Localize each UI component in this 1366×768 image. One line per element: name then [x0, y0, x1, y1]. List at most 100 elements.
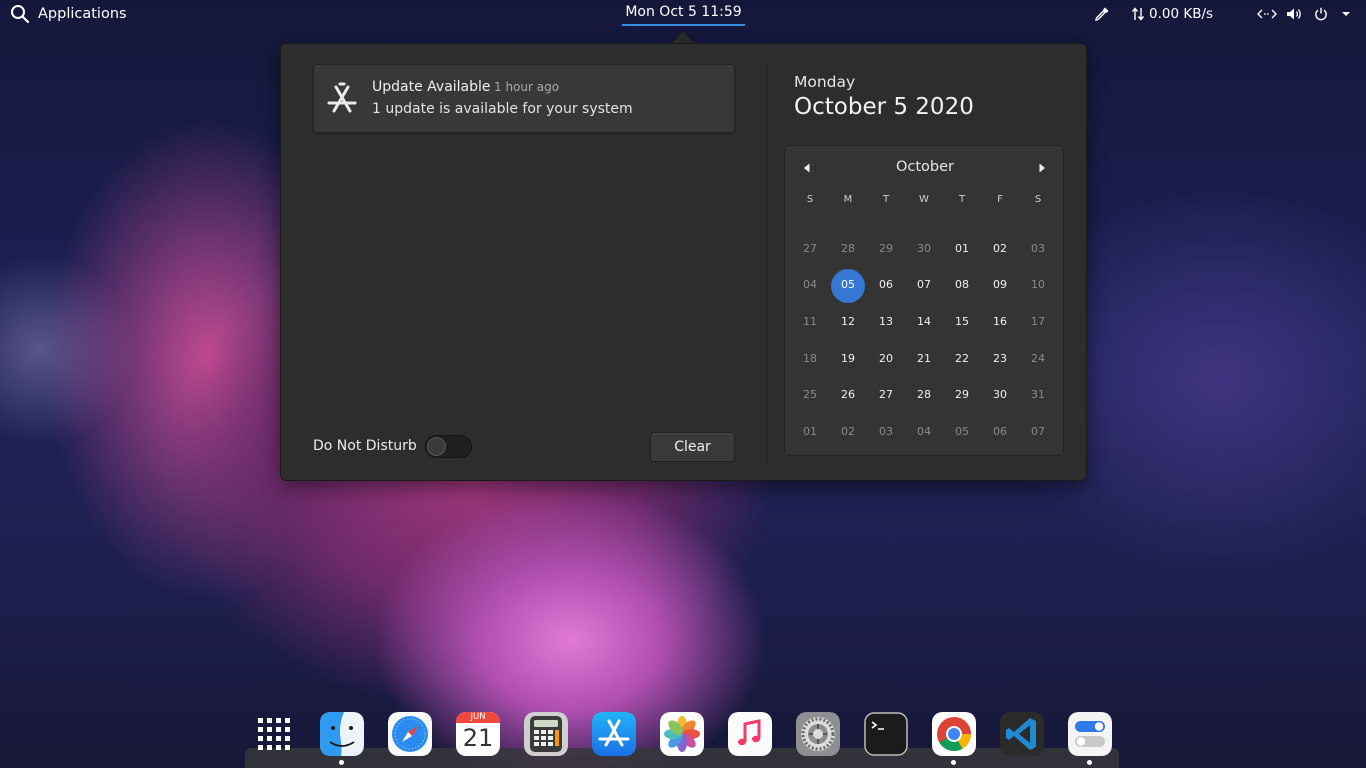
calendar-day[interactable]: 03	[867, 415, 905, 447]
calendar-day[interactable]: 31	[1019, 379, 1057, 411]
calendar-day[interactable]: 02	[829, 415, 867, 447]
calendar-day[interactable]: 09	[981, 269, 1019, 301]
calendar: October S M T W T F S 27 28 29 30 01 02 …	[784, 145, 1064, 456]
dock-item-terminal[interactable]	[864, 712, 908, 756]
calendar-day[interactable]: 08	[943, 269, 981, 301]
calendar-day[interactable]: 06	[981, 415, 1019, 447]
search-icon	[11, 5, 30, 24]
calendar-day[interactable]: 06	[867, 269, 905, 301]
calendar-day[interactable]: 27	[791, 232, 829, 264]
calendar-day[interactable]: 20	[867, 342, 905, 374]
calendar-day[interactable]: 25	[791, 379, 829, 411]
safari-icon	[388, 712, 432, 756]
vscode-icon	[1000, 712, 1044, 756]
calendar-day[interactable]: 22	[943, 342, 981, 374]
calendar-day[interactable]: 24	[1019, 342, 1057, 374]
calendar-day[interactable]: 28	[829, 232, 867, 264]
calendar-day[interactable]: 30	[981, 379, 1019, 411]
finder-icon	[320, 712, 364, 756]
calendar-day[interactable]: 01	[943, 232, 981, 264]
network-indicator[interactable]	[1257, 4, 1277, 24]
toggle-knob	[427, 437, 446, 456]
calendar-week: 27 28 29 30 01 02 03	[791, 230, 1057, 267]
up-down-arrows-icon	[1132, 7, 1144, 21]
calculator-icon	[524, 712, 568, 756]
calendar-day-today[interactable]: 05	[829, 268, 867, 303]
dock-item-calculator[interactable]	[524, 712, 568, 756]
calendar-day[interactable]: 21	[905, 342, 943, 374]
calendar-day[interactable]: 27	[867, 379, 905, 411]
calendar-day[interactable]: 19	[829, 342, 867, 374]
calendar-day[interactable]: 10	[1019, 269, 1057, 301]
power-icon	[1315, 7, 1327, 21]
chevron-down-icon	[1342, 12, 1350, 16]
calendar-week: 04 05 06 07 08 09 10	[791, 267, 1057, 304]
calendar-day[interactable]: 18	[791, 342, 829, 374]
calendar-day[interactable]: 15	[943, 305, 981, 337]
dock-item-tweaks[interactable]	[1068, 712, 1112, 756]
running-indicator	[1087, 760, 1092, 765]
datetime-popover: Update Available 1 hour ago 1 update is …	[280, 43, 1087, 481]
calendar-day[interactable]: 13	[867, 305, 905, 337]
calendar-week: 11 12 13 14 15 16 17	[791, 303, 1057, 340]
weekday-label: S	[806, 194, 814, 205]
weekday-label: F	[997, 194, 1003, 205]
dock-item-music[interactable]	[728, 712, 772, 756]
next-month-icon[interactable]	[1034, 160, 1050, 176]
notification-title: Update Available	[372, 79, 491, 95]
calendar-day[interactable]: 05	[943, 415, 981, 447]
calendar-day[interactable]: 29	[943, 379, 981, 411]
applications-menu-button[interactable]: Applications	[10, 3, 127, 25]
tweaks-icon	[1068, 712, 1112, 756]
calendar-day[interactable]: 04	[791, 269, 829, 301]
weekday-label: T	[882, 194, 890, 205]
calendar-day[interactable]: 26	[829, 379, 867, 411]
dock-item-app-store[interactable]	[592, 712, 636, 756]
calendar-day[interactable]: 11	[791, 305, 829, 337]
clear-notifications-button[interactable]: Clear	[650, 432, 735, 462]
wired-network-icon	[1257, 9, 1277, 19]
dock-item-finder[interactable]	[320, 712, 364, 756]
dock-item-vscode[interactable]	[1000, 712, 1044, 756]
photos-icon	[660, 712, 704, 756]
weekday-label: S	[1034, 194, 1042, 205]
clock-indicator[interactable]: Mon Oct 5 11:59	[622, 3, 745, 26]
day-name: Monday	[794, 73, 856, 91]
calendar-month: October	[895, 159, 955, 175]
chrome-icon	[932, 712, 976, 756]
app-store-icon	[592, 712, 636, 756]
notification-card[interactable]: Update Available 1 hour ago 1 update is …	[313, 64, 735, 133]
dock-item-safari[interactable]	[388, 712, 432, 756]
calendar-day[interactable]: 17	[1019, 305, 1057, 337]
do-not-disturb-toggle[interactable]	[425, 435, 472, 458]
calendar-week: 01 02 03 04 05 06 07	[791, 413, 1057, 450]
calendar-day[interactable]: 03	[1019, 232, 1057, 264]
calendar-day[interactable]: 23	[981, 342, 1019, 374]
calendar-weekdays: S M T W T F S	[791, 194, 1057, 205]
notification-body: 1 update is available for your system	[372, 101, 633, 117]
calendar-day[interactable]: 02	[981, 232, 1019, 264]
color-picker-indicator[interactable]	[1094, 4, 1110, 24]
calendar-day[interactable]: 01	[791, 415, 829, 447]
network-speed-indicator[interactable]: 0.00 KB/s	[1132, 4, 1213, 24]
calendar-day[interactable]: 12	[829, 305, 867, 337]
dock-item-calendar[interactable]: JUN 21	[456, 712, 500, 756]
session-indicator[interactable]	[1314, 4, 1353, 24]
calendar-icon-day: 21	[462, 724, 494, 752]
dock-item-app-grid[interactable]	[252, 712, 296, 756]
dock-item-settings[interactable]	[796, 712, 840, 756]
calendar-day[interactable]: 04	[905, 415, 943, 447]
volume-indicator[interactable]	[1286, 4, 1304, 24]
calendar-day[interactable]: 07	[1019, 415, 1057, 447]
calendar-day[interactable]: 30	[905, 232, 943, 264]
calendar-day[interactable]: 16	[981, 305, 1019, 337]
notification-time: 1 hour ago	[494, 80, 560, 94]
calendar-day[interactable]: 07	[905, 269, 943, 301]
calendar-day[interactable]: 29	[867, 232, 905, 264]
calendar-week: 25 26 27 28 29 30 31	[791, 376, 1057, 413]
dock-item-photos[interactable]	[660, 712, 704, 756]
calendar-week: 18 19 20 21 22 23 24	[791, 340, 1057, 377]
calendar-day[interactable]: 14	[905, 305, 943, 337]
calendar-day[interactable]: 28	[905, 379, 943, 411]
dock-item-chrome[interactable]	[932, 712, 976, 756]
